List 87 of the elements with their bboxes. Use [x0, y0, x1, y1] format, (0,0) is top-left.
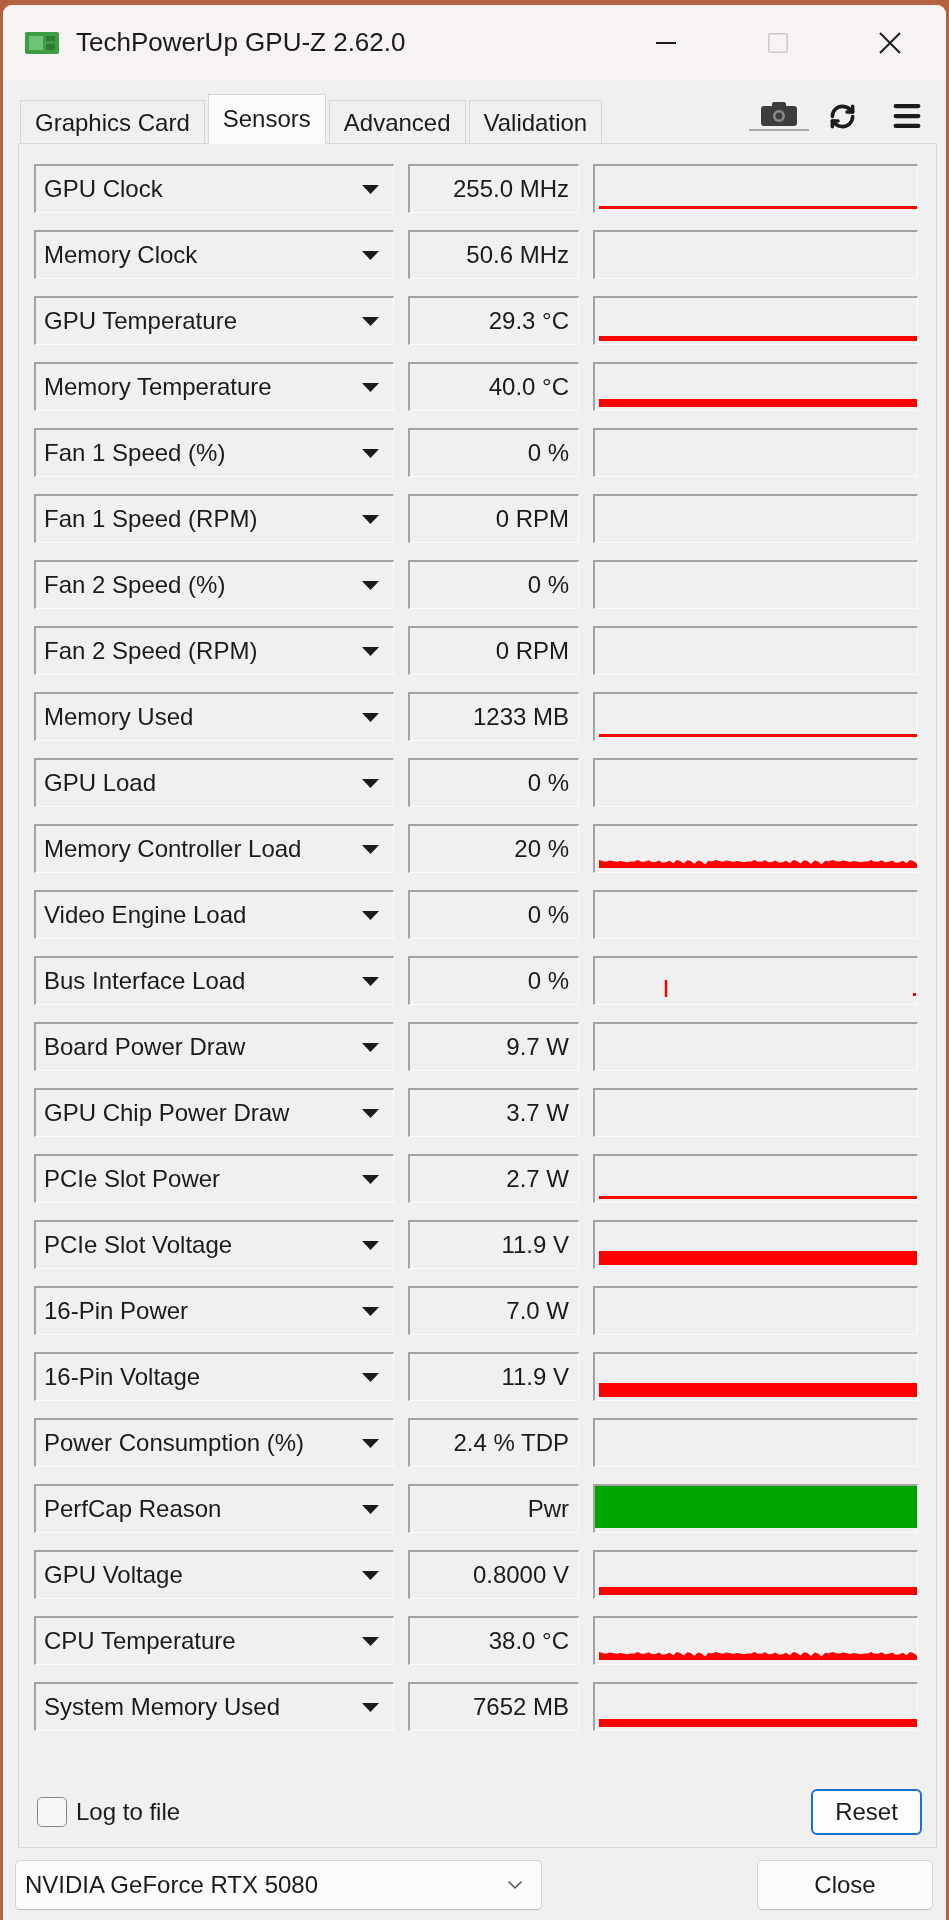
caret-icon: [362, 844, 379, 854]
caret-icon: [362, 1570, 379, 1580]
tab[interactable]: Sensors: [207, 94, 326, 144]
sensor-value: 0 %: [408, 428, 579, 477]
window-title: TechPowerUp GPU-Z 2.62.0: [76, 27, 406, 58]
sensor-dropdown[interactable]: GPU Chip Power Draw: [34, 1088, 394, 1137]
caret-icon: [362, 778, 379, 788]
sensor-value: 9.7 W: [408, 1022, 579, 1071]
sensor-value: 29.3 °C: [408, 296, 579, 345]
sensor-dropdown[interactable]: PCIe Slot Voltage: [34, 1220, 394, 1269]
sensor-value: 2.7 W: [408, 1154, 579, 1203]
caret-icon: [362, 316, 379, 326]
sensor-dropdown[interactable]: GPU Load: [34, 758, 394, 807]
sensor-dropdown[interactable]: GPU Temperature: [34, 296, 394, 345]
close-button[interactable]: Close: [757, 1860, 933, 1910]
sensor-value: 40.0 °C: [408, 362, 579, 411]
caret-icon: [362, 1438, 379, 1448]
caret-icon: [362, 580, 379, 590]
caret-icon: [362, 382, 379, 392]
caret-icon: [362, 1372, 379, 1382]
sensor-value: 50.6 MHz: [408, 230, 579, 279]
sensor-value: 20 %: [408, 824, 579, 873]
sensor-dropdown[interactable]: GPU Clock: [34, 164, 394, 213]
sensor-value: 0 RPM: [408, 494, 579, 543]
caret-icon: [362, 1240, 379, 1250]
caret-icon: [362, 250, 379, 260]
sensor-value: 1233 MB: [408, 692, 579, 741]
minimize-icon[interactable]: [656, 41, 676, 44]
sensor-dropdown[interactable]: Memory Temperature: [34, 362, 394, 411]
sensor-dropdown[interactable]: 16-Pin Voltage: [34, 1352, 394, 1401]
caret-icon: [362, 1174, 379, 1184]
sensor-dropdown[interactable]: PCIe Slot Power: [34, 1154, 394, 1203]
checkbox-label[interactable]: Log to file: [76, 1798, 181, 1826]
graphics-card-icon: [25, 29, 59, 56]
tab[interactable]: Advanced: [328, 100, 466, 144]
sensor-dropdown[interactable]: Memory Clock: [34, 230, 394, 279]
caret-icon: [362, 976, 379, 986]
close-icon[interactable]: [879, 31, 901, 54]
sensor-dropdown[interactable]: Fan 2 Speed (%): [34, 560, 394, 609]
sensor-value: 3.7 W: [408, 1088, 579, 1137]
caret-icon: [362, 1042, 379, 1052]
caret-icon: [362, 910, 379, 920]
caret-icon: [362, 448, 379, 458]
sensor-value: 0 %: [408, 956, 579, 1005]
sensor-dropdown[interactable]: Memory Used: [34, 692, 394, 741]
caret-icon: [362, 184, 379, 194]
sensor-dropdown[interactable]: System Memory Used: [34, 1682, 394, 1731]
caret-icon: [362, 1108, 379, 1118]
caret-icon: [362, 514, 379, 524]
refresh-icon[interactable]: [829, 102, 856, 130]
sensor-value: 11.9 V: [408, 1352, 579, 1401]
caret-icon: [362, 1636, 379, 1646]
sensor-dropdown[interactable]: CPU Temperature: [34, 1616, 394, 1665]
sensor-value: 7652 MB: [408, 1682, 579, 1731]
camera-icon[interactable]: [761, 101, 797, 126]
caret-icon: [362, 646, 379, 656]
sensor-value: 0 %: [408, 758, 579, 807]
sensor-dropdown[interactable]: PerfCap Reason: [34, 1484, 394, 1533]
sensor-dropdown[interactable]: Fan 2 Speed (RPM): [34, 626, 394, 675]
sensor-dropdown[interactable]: GPU Voltage: [34, 1550, 394, 1599]
sensor-dropdown[interactable]: Memory Controller Load: [34, 824, 394, 873]
sensor-dropdown[interactable]: Video Engine Load: [34, 890, 394, 939]
caret-icon: [362, 1702, 379, 1712]
sensor-dropdown[interactable]: Fan 1 Speed (RPM): [34, 494, 394, 543]
checkbox[interactable]: [37, 1797, 67, 1827]
sensor-dropdown[interactable]: Power Consumption (%): [34, 1418, 394, 1467]
reset-button[interactable]: Reset: [811, 1789, 922, 1835]
sensor-value: 7.0 W: [408, 1286, 579, 1335]
sensor-value: 0 %: [408, 560, 579, 609]
caret-icon: [362, 1306, 379, 1316]
tab[interactable]: Validation: [468, 100, 603, 144]
sensor-value: Pwr: [408, 1484, 579, 1533]
tab[interactable]: Graphics Card: [20, 100, 205, 144]
caret-icon: [362, 712, 379, 722]
sensor-value: 0.8000 V: [408, 1550, 579, 1599]
sensor-value: 0 RPM: [408, 626, 579, 675]
sensor-dropdown[interactable]: Bus Interface Load: [34, 956, 394, 1005]
sensor-value: 38.0 °C: [408, 1616, 579, 1665]
sensor-dropdown[interactable]: Board Power Draw: [34, 1022, 394, 1071]
sensor-value: 11.9 V: [408, 1220, 579, 1269]
sensor-value: 2.4 % TDP: [408, 1418, 579, 1467]
sensor-value: 0 %: [408, 890, 579, 939]
sensor-dropdown[interactable]: Fan 1 Speed (%): [34, 428, 394, 477]
sensor-dropdown[interactable]: 16-Pin Power: [34, 1286, 394, 1335]
caret-icon: [362, 1504, 379, 1514]
gpu-select[interactable]: NVIDIA GeForce RTX 5080: [15, 1860, 542, 1910]
sensor-value: 255.0 MHz: [408, 164, 579, 213]
